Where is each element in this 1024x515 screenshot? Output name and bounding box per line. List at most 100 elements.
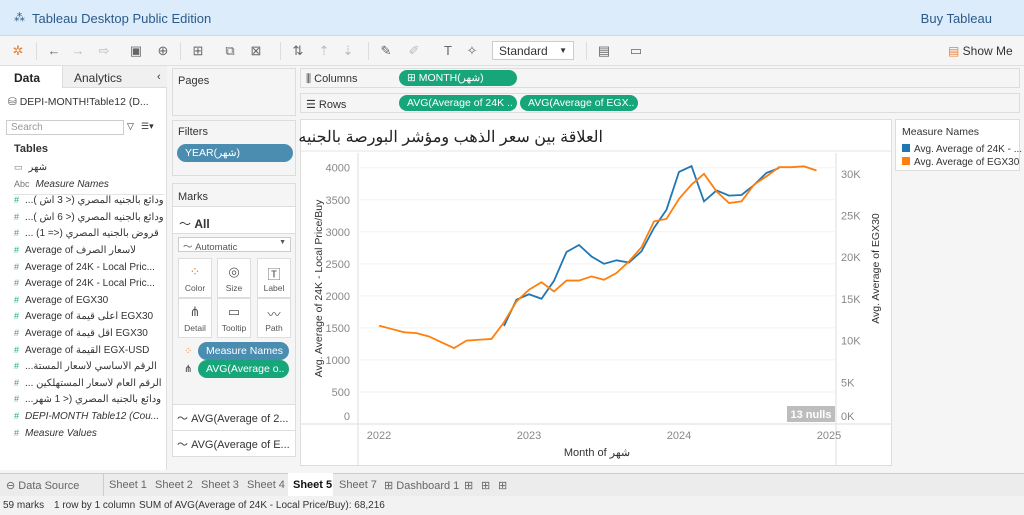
tab-sheet-2[interactable]: Sheet 2	[155, 479, 193, 491]
field-label: ... قروض بالجنيه المصري (<= 1)	[25, 228, 159, 240]
show-me-button[interactable]: ▤ Show Me	[948, 44, 1013, 58]
group-icon[interactable]: ✐	[406, 43, 422, 59]
detail-button[interactable]: ⋔ Detail	[178, 298, 212, 338]
pin-icon[interactable]: ✧	[464, 43, 480, 59]
undo-icon[interactable]: ←	[46, 43, 62, 58]
chart-card: العلاقة بين سعر الذهب ومؤشر البورصة بالج…	[298, 119, 892, 466]
new-worksheet-icon[interactable]: ⊞	[190, 43, 206, 59]
tooltip-icon: ▭	[227, 304, 241, 319]
field-item[interactable]: # Average of لأسعار الصرف	[14, 245, 164, 261]
field-item[interactable]: # Measure Values	[14, 428, 164, 444]
marks-all[interactable]: 〜 All	[179, 215, 210, 232]
label-button[interactable]: 🅃 Label	[257, 258, 291, 298]
new-dashboard-icon[interactable]: ⊞	[481, 479, 490, 492]
legend-item-gold[interactable]: Avg. Average of 24K - ...	[902, 144, 1022, 155]
y-left-tick-label: 2000	[326, 291, 350, 303]
nulls-indicator-label[interactable]: 13 nulls	[791, 409, 832, 421]
search-input[interactable]: Search	[6, 120, 124, 135]
sort-desc-icon[interactable]: ⇣	[340, 43, 356, 59]
view-options-icon[interactable]: ☰▾	[141, 121, 154, 132]
pages-shelf[interactable]: Pages	[172, 68, 296, 116]
field-item[interactable]: # Average of 24K - Local Pric...	[14, 262, 164, 278]
field-item[interactable]: # ...ودائع بالجنيه المصري (< 6 أش )	[14, 212, 164, 228]
column-pill-month[interactable]: ⊞ MONTH(شهر)	[399, 70, 517, 86]
datasource-label: DEPI-MONTH!Table12 (D...	[19, 96, 149, 108]
field-item[interactable]: # Average of أقل قيمة EGX30	[14, 328, 164, 344]
x-axis-title: Month of شهر	[564, 447, 630, 459]
line-chart[interactable]: 0 500 1000 1500 2000 2500 3000 3500 4000 0K 5K 10K 1…	[301, 120, 891, 465]
new-story-icon[interactable]: ⊞	[498, 479, 507, 492]
fit-dropdown[interactable]: Standard ▼	[492, 41, 574, 60]
measure-icon: #	[14, 195, 20, 206]
duplicate-icon[interactable]: ⧉	[222, 43, 238, 59]
tab-sheet-5[interactable]: Sheet 5	[293, 479, 332, 491]
field-label: Average of 24K - Local Pric...	[25, 261, 155, 273]
row-pill-egx[interactable]: AVG(Average of EGX..	[520, 95, 638, 111]
buy-tableau-link[interactable]: Buy Tableau	[921, 11, 992, 26]
field-item[interactable]: # Average of EGX30	[14, 295, 164, 311]
mark-type-dropdown[interactable]: 〜 Automatic ▼	[178, 237, 291, 253]
measure-icon: #	[14, 211, 20, 222]
color-button[interactable]: ⁘ Color	[178, 258, 212, 298]
rows-label: ☰ Rows	[306, 99, 347, 111]
tooltip-button[interactable]: ▭ Tooltip	[217, 298, 251, 338]
field-label: Average of القيمة EGX-USD	[25, 344, 150, 356]
collapse-icon[interactable]: ‹	[157, 71, 161, 83]
labels-icon[interactable]: T	[440, 43, 456, 58]
path-button[interactable]: 〰 Path	[257, 298, 291, 338]
replay-icon[interactable]: ⇨	[96, 43, 112, 59]
field-item[interactable]: # ...ودائع بالجنيه المصري (< 3 أش )	[14, 195, 164, 211]
field-item[interactable]: # Average of أعلى قيمة EGX30	[14, 311, 164, 327]
field-item[interactable]: # ...ودائع بالجنيه المصري (< 1 شهر	[14, 394, 164, 410]
tab-data[interactable]: Data	[14, 71, 40, 85]
tab-sheet-7[interactable]: Sheet 7	[339, 479, 377, 491]
pill-label: MONTH(شهر)	[418, 72, 484, 84]
y-right-tick-label: 0K	[841, 411, 855, 423]
redo-icon[interactable]: →	[70, 43, 86, 58]
presentation-icon[interactable]: ▭	[628, 43, 644, 59]
tableau-icon[interactable]: ✲	[10, 43, 26, 59]
field-item[interactable]: ▭ شهر	[14, 162, 164, 178]
sort-asc-icon[interactable]: ⇡	[316, 43, 332, 59]
avg-detail-pill[interactable]: AVG(Average o..	[198, 360, 289, 378]
field-item[interactable]: # ...الرقم الأساسي لأسعار المستة	[14, 361, 164, 377]
filters-label: Filters	[178, 126, 208, 138]
tab-sheet-3[interactable]: Sheet 3	[201, 479, 239, 491]
tab-data-source[interactable]: ⊖ Data Source	[6, 479, 79, 492]
measure-icon: #	[14, 311, 20, 322]
tab-sheet-4[interactable]: Sheet 4	[247, 479, 285, 491]
y-left-tick-label: 2500	[326, 259, 350, 271]
legend-item-egx[interactable]: Avg. Average of EGX30	[902, 157, 1019, 168]
cards-icon[interactable]: ▤	[596, 43, 612, 59]
tab-analytics[interactable]: Analytics	[74, 71, 122, 85]
field-item[interactable]: # Average of 24K - Local Pric...	[14, 278, 164, 294]
swap-icon[interactable]: ⇅	[290, 43, 306, 59]
tab-sheet-1[interactable]: Sheet 1	[109, 479, 147, 491]
measure-names-pill[interactable]: Measure Names	[198, 342, 289, 360]
new-sheet-icon[interactable]: ⊞	[464, 479, 473, 492]
field-item[interactable]: # Average of القيمة EGX-USD	[14, 345, 164, 361]
add-datasource-icon[interactable]: ⊕	[155, 43, 171, 59]
columns-shelf[interactable]: ⫼ Columns ⊞ MONTH(شهر)	[300, 68, 1020, 88]
filter-pill-year[interactable]: YEAR(شهر)	[177, 144, 293, 162]
filter-icon[interactable]: ▽	[127, 121, 134, 132]
field-item[interactable]: # DEPI-MONTH Table12 (Cou...	[14, 411, 164, 427]
field-item[interactable]: # ... الرقم العام لأسعار المستهلكين	[14, 378, 164, 394]
datasource-item[interactable]: ⛁ DEPI-MONTH!Table12 (D...	[8, 96, 149, 108]
field-item[interactable]: # ... قروض بالجنيه المصري (<= 1)	[14, 228, 164, 244]
marks-sub-gold[interactable]: 〜 AVG(Average of 2...	[173, 404, 295, 430]
y-right-tick-label: 5K	[841, 377, 855, 389]
color-icon: ⁘	[184, 346, 193, 357]
x-tick-label: 2022	[367, 430, 391, 442]
field-item[interactable]: Abc Measure Names	[14, 179, 164, 195]
measure-icon: #	[14, 294, 20, 305]
clear-sheet-icon[interactable]: ⊠	[248, 43, 264, 59]
rows-shelf[interactable]: ☰ Rows AVG(Average of 24K .. AVG(Average…	[300, 93, 1020, 113]
row-pill-gold[interactable]: AVG(Average of 24K ..	[399, 95, 517, 111]
save-icon[interactable]: ▣	[128, 43, 144, 59]
size-button[interactable]: ◎ Size	[217, 258, 251, 298]
chevron-down-icon: ▼	[559, 46, 567, 55]
highlight-icon[interactable]: ✎	[378, 43, 394, 59]
marks-sub-egx[interactable]: 〜 AVG(Average of E...	[173, 430, 295, 456]
tab-dashboard-1[interactable]: ⊞ Dashboard 1	[384, 479, 459, 492]
